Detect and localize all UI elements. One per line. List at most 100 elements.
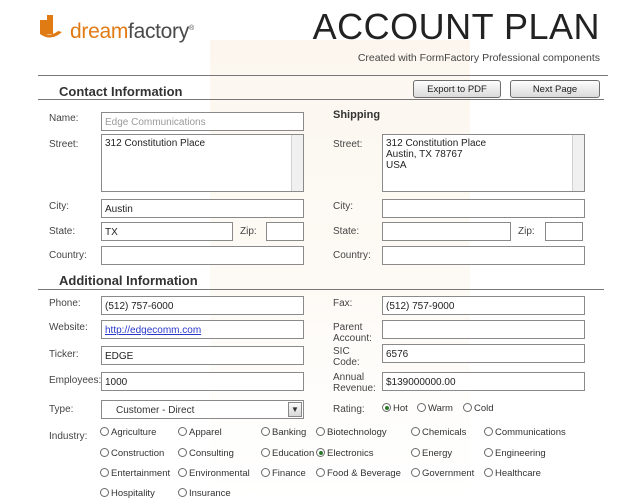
industry-radio-engineering[interactable]: Engineering xyxy=(484,448,546,459)
industry-option-label: Entertainment xyxy=(111,468,171,479)
industry-option-label: Agriculture xyxy=(111,427,157,438)
radio-icon xyxy=(100,488,109,497)
radio-selected-icon xyxy=(382,403,391,412)
sic-code-field[interactable]: 6576 xyxy=(382,344,585,363)
industry-option-label: Chemicals xyxy=(422,427,467,438)
rating-option-label: Hot xyxy=(393,403,408,414)
annual-revenue-label-line1: Annual xyxy=(333,372,365,383)
industry-radio-electronics[interactable]: Electronics xyxy=(316,448,373,459)
industry-radio-environmental[interactable]: Environmental xyxy=(178,468,250,479)
additional-divider xyxy=(38,289,604,290)
industry-radio-energy[interactable]: Energy xyxy=(411,448,452,459)
shipping-street-line3: USA xyxy=(386,160,407,171)
type-label: Type: xyxy=(49,404,74,415)
street-scrollbar[interactable] xyxy=(291,135,303,191)
radio-icon xyxy=(100,448,109,457)
country-label: Country: xyxy=(49,250,87,261)
industry-option-label: Energy xyxy=(422,448,453,459)
industry-radio-education[interactable]: Education xyxy=(261,448,314,459)
rating-radio-warm[interactable]: Warm xyxy=(417,403,453,414)
industry-radio-food-beverage[interactable]: Food & Beverage xyxy=(316,468,401,479)
rating-radio-cold[interactable]: Cold xyxy=(463,403,494,414)
industry-radio-banking[interactable]: Banking xyxy=(261,427,306,438)
radio-icon xyxy=(316,468,325,477)
name-label: Name: xyxy=(49,113,79,124)
rating-option-label: Warm xyxy=(428,403,453,414)
industry-radio-communications[interactable]: Communications xyxy=(484,427,566,438)
state-field[interactable]: TX xyxy=(101,222,233,241)
parent-account-field[interactable] xyxy=(382,320,585,339)
industry-option-label: Electronics xyxy=(327,448,374,459)
radio-icon xyxy=(316,427,325,436)
street-label: Street: xyxy=(49,139,79,150)
logo-trademark: ® xyxy=(188,25,194,32)
industry-radio-government[interactable]: Government xyxy=(411,468,474,479)
radio-icon xyxy=(411,448,420,457)
fax-field[interactable]: (512) 757-9000 xyxy=(382,296,585,315)
industry-option-label: Government xyxy=(422,468,475,479)
industry-option-label: Education xyxy=(272,448,315,459)
shipping-street-label: Street: xyxy=(333,139,363,150)
website-label: Website: xyxy=(49,322,88,333)
industry-radio-biotechnology[interactable]: Biotechnology xyxy=(316,427,387,438)
chevron-down-icon[interactable]: ▼ xyxy=(288,402,302,417)
sic-code-label-line1: SIC xyxy=(333,346,350,357)
radio-icon xyxy=(411,427,420,436)
industry-radio-hospitality[interactable]: Hospitality xyxy=(100,488,155,499)
annual-revenue-field[interactable]: $139000000.00 xyxy=(382,372,585,391)
industry-radio-consulting[interactable]: Consulting xyxy=(178,448,234,459)
shipping-street-scrollbar[interactable] xyxy=(572,135,584,191)
industry-radio-apparel[interactable]: Apparel xyxy=(178,427,222,438)
industry-radio-agriculture[interactable]: Agriculture xyxy=(100,427,156,438)
shipping-section-title: Shipping xyxy=(333,109,381,121)
next-page-button[interactable]: Next Page xyxy=(510,80,600,98)
shipping-state-label: State: xyxy=(333,226,360,237)
ticker-field[interactable]: EDGE xyxy=(101,346,304,365)
zip-label: Zip: xyxy=(240,226,257,237)
industry-option-label: Hospitality xyxy=(111,488,155,499)
parent-account-label-line1: Parent xyxy=(333,322,363,333)
employees-field[interactable]: 1000 xyxy=(101,372,304,391)
radio-icon xyxy=(484,468,493,477)
radio-icon xyxy=(178,488,187,497)
type-select-value: Customer - Direct xyxy=(116,405,195,416)
industry-radio-insurance[interactable]: Insurance xyxy=(178,488,231,499)
zip-field[interactable] xyxy=(266,222,304,241)
phone-field[interactable]: (512) 757-6000 xyxy=(101,296,304,315)
state-label: State: xyxy=(49,226,76,237)
name-field[interactable]: Edge Communications xyxy=(101,112,304,131)
shipping-zip-field[interactable] xyxy=(545,222,583,241)
radio-icon xyxy=(261,427,270,436)
industry-option-label: Environmental xyxy=(189,468,250,479)
city-field[interactable]: Austin xyxy=(101,199,304,218)
website-field[interactable]: http://edgecomm.com xyxy=(101,320,304,339)
street-textarea[interactable]: 312 Constitution Place xyxy=(101,134,304,192)
rating-radio-hot[interactable]: Hot xyxy=(382,403,408,414)
shipping-country-field[interactable] xyxy=(382,246,585,265)
industry-option-label: Insurance xyxy=(189,488,231,499)
export-pdf-button[interactable]: Export to PDF xyxy=(413,80,501,98)
type-select[interactable]: Customer - Direct ▼ xyxy=(101,400,304,419)
industry-radio-healthcare[interactable]: Healthcare xyxy=(484,468,541,479)
radio-icon xyxy=(463,403,472,412)
shipping-state-field[interactable] xyxy=(382,222,511,241)
industry-option-label: Healthcare xyxy=(495,468,541,479)
country-field[interactable] xyxy=(101,246,304,265)
shipping-street-textarea[interactable]: 312 Constitution Place Austin, TX 78767 … xyxy=(382,134,585,192)
industry-radio-entertainment[interactable]: Entertainment xyxy=(100,468,170,479)
industry-radio-chemicals[interactable]: Chemicals xyxy=(411,427,466,438)
shipping-city-field[interactable] xyxy=(382,199,585,218)
contact-divider xyxy=(38,99,604,100)
phone-label: Phone: xyxy=(49,298,81,309)
industry-option-label: Communications xyxy=(495,427,566,438)
industry-option-label: Apparel xyxy=(189,427,222,438)
rating-option-label: Cold xyxy=(474,403,494,414)
industry-radio-construction[interactable]: Construction xyxy=(100,448,164,459)
page-subtitle: Created with FormFactory Professional co… xyxy=(357,52,600,64)
dreamfactory-logo: dreamfactory® xyxy=(38,10,198,50)
page-title: ACCOUNT PLAN xyxy=(312,6,600,47)
header-divider xyxy=(38,75,608,76)
radio-icon xyxy=(100,427,109,436)
rating-label: Rating: xyxy=(333,404,365,415)
industry-radio-finance[interactable]: Finance xyxy=(261,468,306,479)
